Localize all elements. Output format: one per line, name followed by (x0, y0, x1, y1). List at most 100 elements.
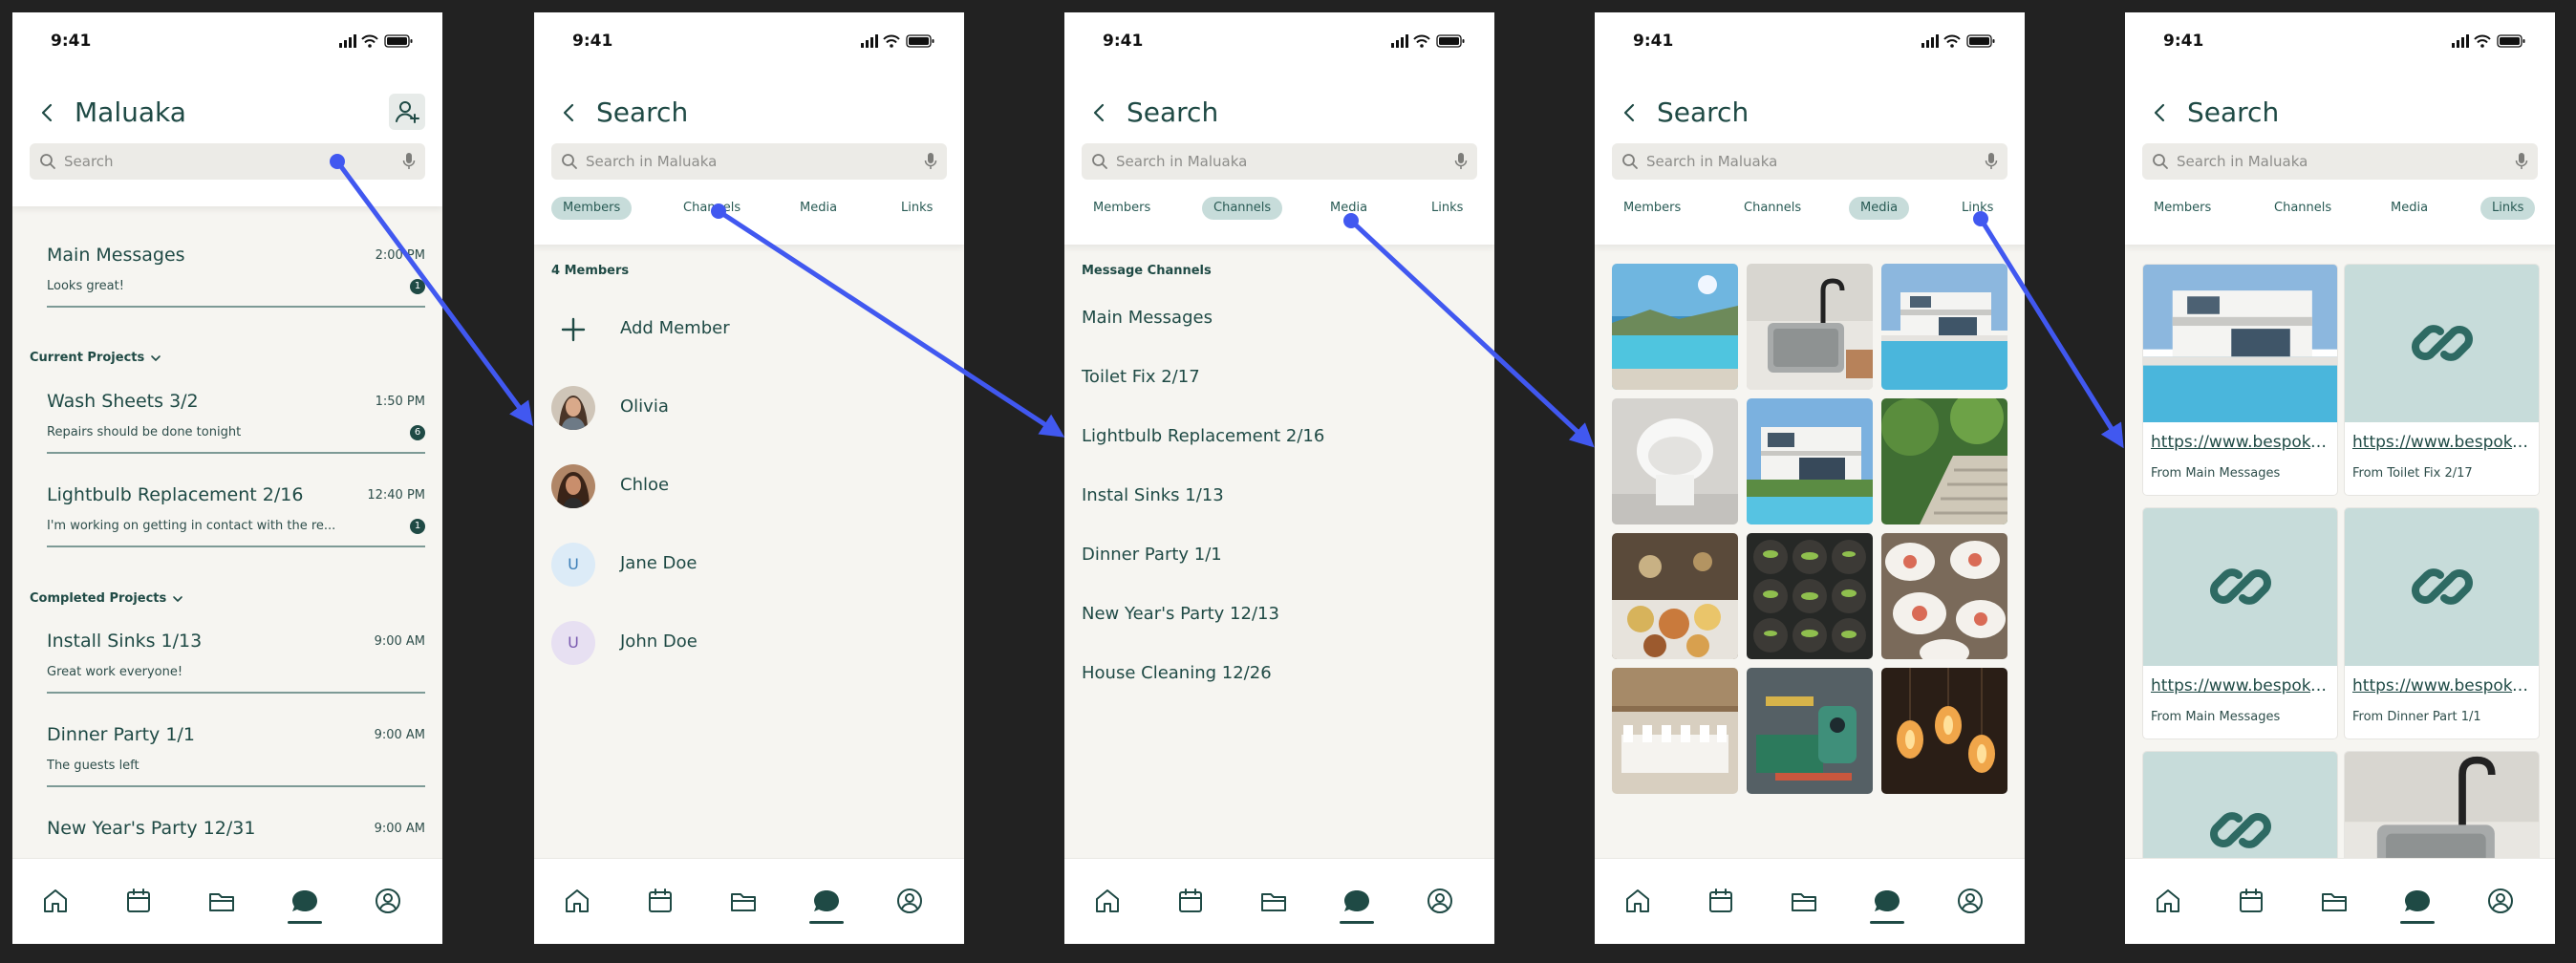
tab-channels[interactable]: Channels (672, 197, 752, 220)
tab-media[interactable]: Media (1849, 197, 1910, 220)
folder-icon[interactable] (1258, 886, 1289, 916)
home-icon[interactable] (1622, 886, 1653, 916)
tab-links[interactable]: Links (2480, 197, 2536, 220)
profile-icon[interactable] (1425, 886, 1455, 916)
completed-projects-header[interactable]: Completed Projects (30, 591, 183, 606)
tab-members[interactable]: Members (551, 197, 633, 220)
channel-item[interactable]: Lightbulb Replacement 2/16 (1082, 426, 1324, 446)
link-url[interactable]: https://www.bespoke.com (2352, 433, 2534, 452)
tab-links[interactable]: Links (1950, 197, 2005, 220)
member-item[interactable]: Olivia (551, 384, 947, 432)
link-icon (2202, 548, 2279, 625)
add-user-button[interactable] (389, 94, 425, 130)
calendar-icon[interactable] (1175, 886, 1206, 916)
folder-icon[interactable] (2319, 886, 2350, 916)
calendar-icon[interactable] (2236, 886, 2266, 916)
home-icon[interactable] (40, 886, 71, 916)
chat-tab[interactable] (2400, 886, 2435, 924)
tab-links[interactable]: Links (1420, 197, 1474, 220)
tab-links[interactable]: Links (890, 197, 944, 220)
chat-tab[interactable] (1870, 886, 1904, 924)
microphone-icon[interactable] (924, 152, 937, 171)
channel-item[interactable]: Dinner Party 1/1 (1082, 545, 1222, 565)
tab-channels[interactable]: Channels (2263, 197, 2343, 220)
folder-icon[interactable] (1789, 886, 1819, 916)
search-members-screen: 9:41 Search Search in Maluaka Members Ch… (534, 12, 964, 944)
link-url[interactable]: https://www.bespoke.com (2352, 676, 2534, 696)
channel-item[interactable]: Main Messages (1082, 308, 1213, 328)
folder-icon[interactable] (206, 886, 237, 916)
seedlings-photo[interactable] (1747, 533, 1873, 659)
home-icon[interactable] (2153, 886, 2183, 916)
tab-media[interactable]: Media (2379, 197, 2439, 220)
chat-list-item[interactable]: Install Sinks 1/13 9:00 AM Great work ev… (47, 631, 425, 711)
calendar-icon[interactable] (123, 886, 154, 916)
channel-item[interactable]: Instal Sinks 1/13 (1082, 485, 1224, 505)
chat-tab[interactable] (809, 886, 844, 924)
tab-members[interactable]: Members (2142, 197, 2222, 220)
tab-media[interactable]: Media (788, 197, 848, 220)
tab-members[interactable]: Members (1082, 197, 1162, 220)
channel-item[interactable]: Toilet Fix 2/17 (1082, 367, 1200, 387)
status-icons (2452, 33, 2528, 49)
lightbulbs-photo[interactable] (1881, 668, 2007, 794)
microphone-icon[interactable] (1454, 152, 1468, 171)
link-card[interactable]: https://www.bespoke.com From Main Messag… (2142, 264, 2338, 496)
folder-icon[interactable] (728, 886, 759, 916)
calendar-icon[interactable] (645, 886, 676, 916)
link-card[interactable]: https://www.bespoke.com From Dinner Part… (2344, 507, 2540, 739)
back-arrow-icon[interactable] (1616, 98, 1644, 127)
search-input[interactable]: Search in Maluaka (551, 143, 947, 180)
current-projects-header[interactable]: Current Projects (30, 351, 161, 365)
main-messages-item[interactable]: Main Messages 2:00 PM Looks great! 1 (47, 245, 425, 325)
modern-house-photo[interactable] (1747, 398, 1873, 524)
back-arrow-icon[interactable] (33, 98, 62, 127)
pool-sea-photo[interactable] (1612, 264, 1738, 390)
add-member-button[interactable]: Add Member (551, 306, 947, 353)
tab-media[interactable]: Media (1319, 197, 1379, 220)
profile-icon[interactable] (373, 886, 403, 916)
search-input[interactable]: Search in Maluaka (1612, 143, 2007, 180)
link-url[interactable]: https://www.bespoke.com (2151, 676, 2332, 696)
villa-pool-photo[interactable] (1881, 264, 2007, 390)
profile-icon[interactable] (894, 886, 925, 916)
calendar-icon[interactable] (1706, 886, 1736, 916)
microphone-icon[interactable] (1985, 152, 1998, 171)
channel-item[interactable]: New Year's Party 12/13 (1082, 604, 1279, 624)
member-item[interactable]: U John Doe (551, 619, 947, 667)
member-item[interactable]: U Jane Doe (551, 541, 947, 588)
channel-item[interactable]: House Cleaning 12/26 (1082, 663, 1272, 683)
tab-members[interactable]: Members (1612, 197, 1692, 220)
back-arrow-icon[interactable] (2146, 98, 2175, 127)
chat-list-item[interactable]: Lightbulb Replacement 2/16 12:40 PM I'm … (47, 484, 425, 565)
status-time: 9:41 (51, 32, 92, 51)
chat-tab[interactable] (288, 886, 322, 924)
chat-list-item[interactable]: Dinner Party 1/1 9:00 AM The guests left (47, 724, 425, 804)
search-input[interactable]: Search in Maluaka (2142, 143, 2538, 180)
link-url[interactable]: https://www.bespoke.com (2151, 433, 2332, 452)
microphone-icon[interactable] (402, 152, 416, 171)
back-arrow-icon[interactable] (1085, 98, 1114, 127)
plated-dishes-photo[interactable] (1881, 533, 2007, 659)
member-item[interactable]: Chloe (551, 462, 947, 510)
search-input[interactable]: Search (30, 143, 425, 180)
garden-steps-photo[interactable] (1881, 398, 2007, 524)
tab-channels[interactable]: Channels (1732, 197, 1813, 220)
tab-channels[interactable]: Channels (1202, 197, 1283, 220)
microphone-icon[interactable] (2515, 152, 2528, 171)
toilet-photo[interactable] (1612, 398, 1738, 524)
banquet-hall-photo[interactable] (1612, 668, 1738, 794)
profile-icon[interactable] (2485, 886, 2516, 916)
home-icon[interactable] (562, 886, 592, 916)
search-input[interactable]: Search in Maluaka (1082, 143, 1477, 180)
back-arrow-icon[interactable] (555, 98, 584, 127)
home-icon[interactable] (1092, 886, 1123, 916)
steel-sink-photo[interactable] (1747, 264, 1873, 390)
profile-icon[interactable] (1955, 886, 1986, 916)
link-card[interactable]: https://www.bespoke.com From Main Messag… (2142, 507, 2338, 739)
link-card[interactable]: https://www.bespoke.com From Toilet Fix … (2344, 264, 2540, 496)
party-food-photo[interactable] (1612, 533, 1738, 659)
chat-list-item[interactable]: Wash Sheets 3/2 1:50 PM Repairs should b… (47, 391, 425, 471)
tools-photo[interactable] (1747, 668, 1873, 794)
chat-tab[interactable] (1340, 886, 1374, 924)
